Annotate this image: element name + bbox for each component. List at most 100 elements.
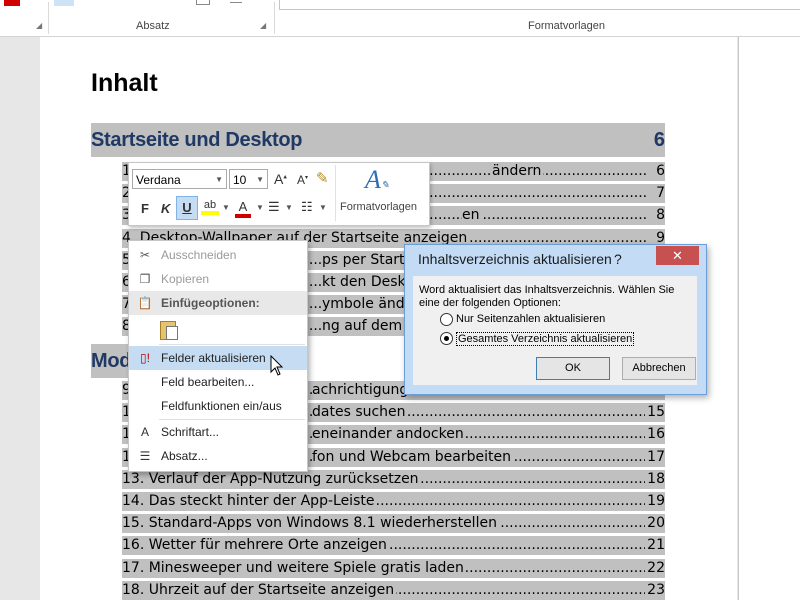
toc-entry-text: 16. Wetter für mehrere Orte anzeigen	[122, 536, 389, 556]
chevron-down-icon[interactable]: ▼	[319, 203, 327, 212]
toc-entry-text: fon und Webcam bearbeiten	[312, 447, 513, 467]
toc-entry[interactable]: ........................................…	[122, 514, 665, 534]
align-left-button[interactable]	[54, 0, 74, 6]
toc-entry[interactable]: ........................................…	[122, 469, 665, 489]
ribbon-group-font-tail: ◢	[0, 0, 46, 36]
toc-entry-text: dates suchen	[312, 403, 408, 423]
update-toc-dialog: Inhaltsverzeichnis aktualisieren ? ✕ Wor…	[404, 244, 707, 395]
toc-entry-text: ändern	[492, 162, 544, 181]
menu-item-label: Kopieren	[161, 272, 210, 286]
toc-section-heading[interactable]: Startseite und Desktop 6	[91, 123, 665, 157]
font-size-value: 10	[233, 173, 247, 187]
font-name-select[interactable]: Verdana ▼	[132, 169, 227, 189]
toc-entry-text: en	[462, 206, 482, 226]
font-color-swatch[interactable]	[4, 0, 20, 6]
font-dialog-launcher-icon[interactable]: ◢	[36, 22, 44, 30]
menu-item-cut[interactable]: ✂ Ausschneiden	[129, 243, 307, 267]
toc-entry[interactable]: ........................................…	[122, 580, 665, 600]
toc-section-title: Mod	[91, 350, 132, 372]
ribbon-group-paragraph: Absatz ◢	[50, 0, 272, 36]
menu-item-paragraph[interactable]: ☰ Absatz...	[129, 444, 307, 468]
menu-item-copy[interactable]: ❐ Kopieren	[129, 267, 307, 291]
ribbon: ◢ Absatz ◢ Formatvorlagen	[0, 0, 800, 37]
chevron-down-icon[interactable]: ▼	[222, 203, 230, 212]
styles-button-label[interactable]: Formatvorlagen	[340, 201, 417, 213]
chevron-down-icon[interactable]: ▼	[285, 203, 293, 212]
radio-label[interactable]: Nur Seitenzahlen aktualisieren	[456, 313, 605, 325]
underline-icon[interactable]: U	[176, 196, 198, 220]
ribbon-group-label: Absatz	[136, 20, 170, 32]
toc-entry-page: 17	[645, 447, 665, 467]
toc-entry-page: 20	[645, 514, 665, 534]
toc-entry-text: 17. Minesweeper und weitere Spiele grati…	[122, 558, 466, 578]
menu-item-label: Absatz...	[161, 449, 208, 463]
styles-gallery[interactable]	[279, 0, 800, 10]
toc-entry-text: 15. Standard-Apps von Windows 8.1 wieder…	[122, 514, 499, 534]
toc-entry-text: ymbole ände	[322, 295, 416, 315]
dialog-message: Word aktualisiert das Inhaltsverzeichnis…	[419, 284, 675, 309]
menu-item-toggle-field-codes[interactable]: Feldfunktionen ein/aus	[129, 394, 307, 418]
toc-entry-page: 21	[645, 536, 665, 556]
toc-entry-page: 18	[645, 469, 665, 489]
italic-icon[interactable]: K	[161, 201, 170, 216]
menu-item-font[interactable]: A Schriftart...	[129, 420, 307, 444]
ok-button[interactable]: OK	[536, 357, 610, 380]
toc-entry-page: 8	[654, 206, 665, 226]
menu-item-label: Schriftart...	[161, 425, 220, 439]
font-size-select[interactable]: 10 ▼	[229, 169, 268, 189]
menu-item-label: Feld bearbeiten...	[161, 375, 255, 389]
toc-entry-text: kt den Deskt	[322, 273, 414, 292]
ribbon-separator	[274, 2, 275, 34]
toc-entry-text: 14. Das steckt hinter der App-Leiste	[122, 492, 377, 511]
font-icon: A	[140, 425, 149, 439]
cancel-button[interactable]: Abbrechen	[622, 357, 696, 380]
chevron-down-icon[interactable]: ▼	[256, 203, 264, 212]
radio-entire-table[interactable]	[440, 332, 453, 345]
toc-entry-page: 23	[645, 580, 665, 600]
dialog-title: Inhaltsverzeichnis aktualisieren	[418, 251, 612, 267]
toc-entry-text: eneinander andocken	[312, 425, 466, 445]
menu-item-label: Feldfunktionen ein/aus	[161, 399, 282, 413]
font-name-value: Verdana	[136, 173, 181, 187]
chevron-down-icon: ▼	[215, 175, 223, 184]
paragraph-dialog-launcher-icon[interactable]: ◢	[260, 22, 268, 30]
menu-separator	[159, 344, 305, 345]
bold-icon[interactable]: F	[141, 201, 149, 216]
toc-entry[interactable]: ........................................…	[122, 536, 665, 556]
borders-button[interactable]	[230, 0, 242, 3]
toc-entry-page: 16	[645, 425, 665, 445]
toc-entry-page: 22	[645, 558, 665, 578]
styles-icon[interactable]: A✎	[365, 165, 389, 195]
toc-entry-text: ps per Starts	[322, 250, 414, 270]
copy-icon: ❐	[139, 272, 151, 286]
toc-entry[interactable]: ........................................…	[122, 492, 665, 511]
radio-label[interactable]: Gesamtes Verzeichnis aktualisieren	[456, 332, 635, 346]
vertical-scrollbar[interactable]	[738, 37, 800, 600]
shrink-font-icon[interactable]: A▾	[297, 173, 308, 187]
highlight-icon[interactable]: ab	[201, 199, 219, 215]
format-painter-icon[interactable]: ✎	[316, 169, 329, 187]
toc-heading: Inhalt	[91, 69, 158, 97]
chevron-down-icon: ▼	[256, 175, 264, 184]
shading-button[interactable]	[196, 0, 210, 5]
ribbon-separator	[48, 2, 49, 34]
close-button[interactable]: ✕	[656, 246, 699, 265]
toc-section-title: Startseite und Desktop	[91, 129, 303, 151]
toc-entry-text: 18. Uhrzeit auf der Startseite anzeigen	[122, 580, 397, 600]
radio-page-numbers-only[interactable]	[440, 313, 453, 326]
toolbar-separator	[335, 165, 336, 221]
paste-keep-text-icon[interactable]	[157, 317, 179, 341]
grow-font-icon[interactable]: A▴	[274, 171, 287, 187]
menu-section-paste-options: 📋 Einfügeoptionen:	[129, 291, 307, 315]
dialog-body: Word aktualisiert das Inhaltsverzeichnis…	[413, 276, 697, 385]
scissors-icon: ✂	[139, 248, 151, 262]
font-color-icon[interactable]: A	[235, 199, 251, 218]
numbering-icon[interactable]: ☷	[301, 199, 313, 215]
update-fields-icon: ▯!	[140, 351, 150, 365]
ribbon-group-label: Formatvorlagen	[528, 20, 606, 32]
toc-entry[interactable]: ........................................…	[122, 558, 665, 578]
help-icon[interactable]: ?	[614, 251, 622, 267]
menu-item-label: Ausschneiden	[161, 248, 237, 262]
bullets-icon[interactable]: ☰	[268, 199, 280, 215]
menu-section-label: Einfügeoptionen:	[161, 296, 260, 310]
